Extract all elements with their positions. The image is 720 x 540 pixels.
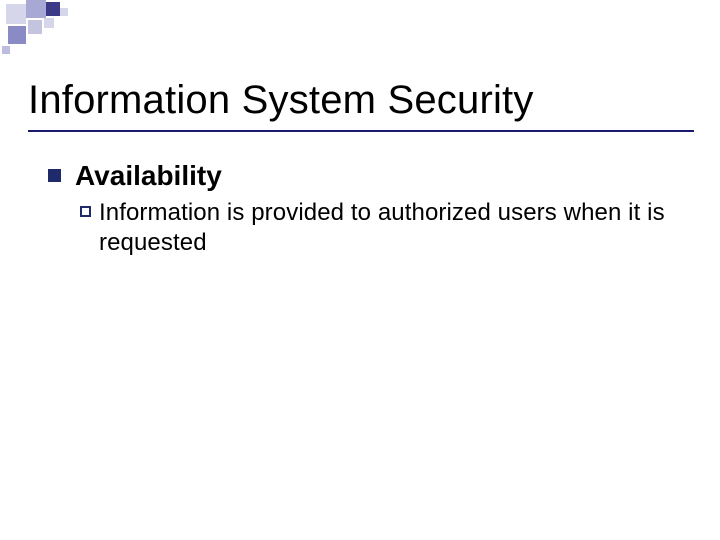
bullet-level1-text: Availability xyxy=(75,160,222,192)
square-bullet-icon xyxy=(48,169,61,182)
slide-content: Availability Information is provided to … xyxy=(48,160,688,258)
corner-decoration xyxy=(0,0,120,50)
title-underline xyxy=(28,130,694,132)
bullet-level2-text: Information is provided to authorized us… xyxy=(99,198,688,258)
bullet-level1: Availability xyxy=(48,160,688,192)
slide-title: Information System Security xyxy=(28,78,534,123)
bullet-level2: Information is provided to authorized us… xyxy=(80,198,688,258)
hollow-square-bullet-icon xyxy=(80,206,91,217)
